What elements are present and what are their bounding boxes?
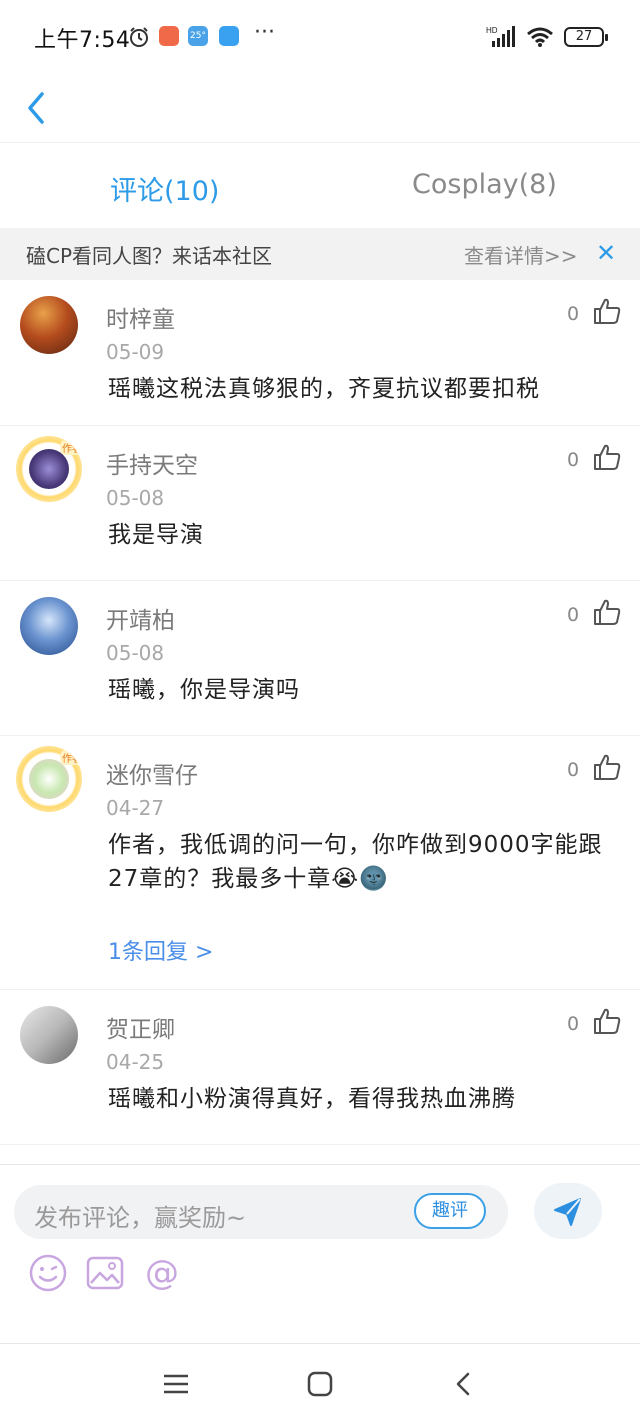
system-nav-bar — [0, 1344, 640, 1422]
back-button[interactable] — [18, 86, 58, 130]
avatar[interactable] — [20, 1006, 78, 1064]
thumbs-up-icon[interactable] — [592, 1006, 622, 1036]
comment-input[interactable]: 发布评论，赢奖励~ 趣评 — [14, 1185, 508, 1239]
send-icon — [554, 1198, 581, 1226]
banner-details-link[interactable]: 查看详情>> — [464, 240, 578, 269]
comment-text: 作者，我低调的问一句，你咋做到9000字能跟27章的？我最多十章😭🌚 — [108, 832, 603, 892]
comment-item: 开靖柏 0 05-08 瑶曦，你是导演吗 — [0, 581, 640, 736]
emoji-icon[interactable] — [28, 1253, 68, 1293]
author-badge: 作者 — [60, 440, 82, 455]
user-name[interactable]: 贺正卿 — [106, 1010, 175, 1044]
thumbs-up-icon[interactable] — [592, 296, 622, 326]
comment-text: 瑶曦，你是导演吗 — [108, 677, 300, 703]
view-replies-link[interactable]: 1条回复 > — [108, 934, 213, 966]
comment-composer: 发布评论，赢奖励~ 趣评 @ — [0, 1164, 640, 1344]
promo-banner[interactable]: 磕CP看同人图？来话本社区 查看详情>> ✕ — [0, 228, 640, 280]
thumbs-up-icon[interactable] — [592, 597, 622, 627]
svg-text:HD: HD — [486, 26, 498, 35]
thumbs-up-icon[interactable] — [592, 752, 622, 782]
avatar[interactable] — [20, 296, 78, 354]
user-name[interactable]: 迷你雪仔 — [106, 756, 198, 790]
at-mention-icon[interactable]: @ — [142, 1253, 182, 1293]
close-icon[interactable]: ✕ — [596, 239, 616, 267]
signal-icon: HD — [486, 26, 515, 47]
home-icon[interactable] — [306, 1370, 334, 1398]
back-nav-icon[interactable] — [450, 1370, 478, 1398]
like-count: 0 — [567, 604, 580, 626]
tab-bar: 评论(10) Cosplay(8) — [0, 142, 640, 228]
comment-text: 瑶曦这税法真够狠的，齐夏抗议都要扣税 — [108, 376, 540, 402]
like-count: 0 — [567, 449, 580, 471]
comment-text: 瑶曦和小粉演得真好，看得我热血沸腾 — [108, 1086, 516, 1112]
alarm-icon — [130, 27, 148, 47]
weather-icon: 25° — [188, 26, 208, 46]
battery-icon: 27 — [564, 27, 608, 47]
status-bar: 上午7:54 25° ··· HD 27 — [0, 0, 640, 76]
thumbs-up-icon[interactable] — [592, 442, 622, 472]
avatar[interactable]: 作者 — [16, 436, 82, 502]
comment-list: 时梓童 0 05-09 瑶曦这税法真够狠的，齐夏抗议都要扣税 作者 手持天空 0… — [0, 280, 640, 1145]
comment-item: 贺正卿 0 04-25 瑶曦和小粉演得真好，看得我热血沸腾 — [0, 990, 640, 1145]
like-count: 0 — [567, 759, 580, 781]
user-name[interactable]: 手持天空 — [106, 446, 198, 480]
like-count: 0 — [567, 1013, 580, 1035]
comment-item: 作者 迷你雪仔 0 04-27 作者，我低调的问一句，你咋做到9000字能跟27… — [0, 736, 640, 990]
comment-item: 作者 手持天空 0 05-08 我是导演 — [0, 426, 640, 581]
comment-date: 05-09 — [106, 340, 165, 364]
user-name[interactable]: 开靖柏 — [106, 601, 175, 635]
tab-comments[interactable]: 评论(10) — [110, 169, 219, 208]
comment-date: 04-25 — [106, 1050, 165, 1074]
avatar[interactable] — [20, 597, 78, 655]
menu-icon[interactable] — [162, 1370, 190, 1398]
comment-input-placeholder: 发布评论，赢奖励~ — [34, 1204, 247, 1232]
comment-date: 05-08 — [106, 641, 165, 665]
app-notification-icon — [159, 26, 179, 46]
more-notifications-icon: ··· — [254, 20, 275, 45]
send-button[interactable] — [534, 1183, 602, 1239]
comment-text: 我是导演 — [108, 522, 204, 548]
status-time: 上午7:54 — [34, 28, 131, 53]
tab-cosplay[interactable]: Cosplay(8) — [412, 169, 557, 200]
quping-button[interactable]: 趣评 — [414, 1193, 486, 1229]
banner-text: 磕CP看同人图？来话本社区 — [26, 244, 273, 268]
svg-text:@: @ — [145, 1253, 179, 1293]
avatar[interactable]: 作者 — [16, 746, 82, 812]
wifi-icon — [527, 27, 553, 47]
author-badge: 作者 — [60, 750, 82, 765]
image-icon[interactable] — [85, 1253, 125, 1293]
status-right: HD 27 — [486, 24, 608, 50]
like-count: 0 — [567, 303, 580, 325]
app-notification-icon — [219, 26, 239, 46]
user-name[interactable]: 时梓童 — [106, 300, 175, 334]
comment-date: 05-08 — [106, 486, 165, 510]
comment-item: 时梓童 0 05-09 瑶曦这税法真够狠的，齐夏抗议都要扣税 — [0, 280, 640, 426]
comment-date: 04-27 — [106, 796, 165, 820]
